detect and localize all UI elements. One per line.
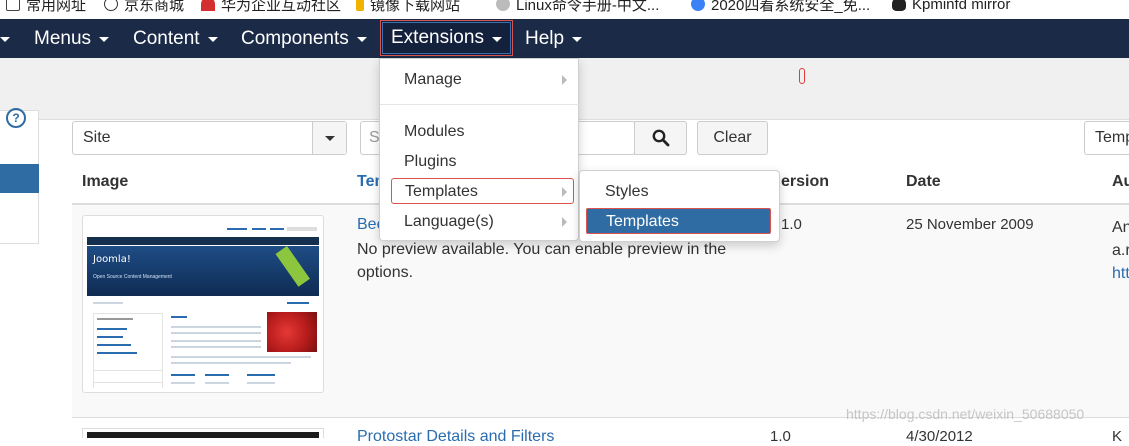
bookmark-icon [356, 0, 364, 11]
bookmark-item[interactable]: 华为企业互动社区 [201, 0, 341, 15]
author-name: An [1112, 219, 1129, 236]
search-button[interactable] [634, 121, 687, 155]
author-email: a.r [1112, 242, 1129, 259]
thumbnail-sidebar-box [93, 370, 163, 388]
template-name-link[interactable]: Protostar Details and Filters [357, 428, 554, 446]
nav-menus[interactable]: Menus [34, 19, 110, 58]
admin-navbar: Menus Content Components Extensions Help [0, 19, 1129, 58]
nav-content[interactable]: Content [133, 19, 218, 58]
extensions-dropdown: Manage Modules Plugins Templates Languag… [379, 58, 579, 241]
help-icon[interactable]: ? [6, 108, 26, 128]
annotation-mark [799, 68, 805, 84]
template-description: No preview available. You can enable pre… [357, 241, 727, 281]
template-version: 1.0 [770, 428, 791, 445]
template-thumbnail[interactable] [82, 428, 324, 438]
column-header-image: Image [82, 173, 129, 190]
globe-icon [104, 0, 118, 11]
spark-icon [496, 0, 510, 11]
sidebar-active-item[interactable] [0, 164, 39, 193]
chevron-down-icon [312, 122, 346, 154]
bookmark-item[interactable]: Kpminfd mirror [892, 0, 1010, 15]
thumbnail-topbar [87, 237, 319, 245]
chevron-down-icon [207, 37, 218, 42]
bookmark-item[interactable]: 镜像下载网站 [356, 0, 460, 15]
template-date: 4/30/2012 [906, 428, 973, 445]
template-author: K [1112, 428, 1123, 445]
watermark: https://blog.csdn.net/weixin_50688050 [846, 406, 1085, 422]
bookmark-item[interactable]: Linux命令手册-中文... [496, 0, 659, 15]
thumbnail-preview: Joomla! Open Source Content Management [87, 220, 319, 388]
template-version: 1.0 [781, 216, 802, 233]
bookmark-item[interactable]: 2020四着系统安全_免... [691, 0, 870, 15]
menu-item-languages[interactable]: Language(s) [380, 209, 579, 235]
nav-toggle-caret[interactable] [0, 19, 10, 58]
swirl-icon [691, 0, 705, 11]
thumbnail-tagline: Open Source Content Management [93, 274, 172, 280]
bookmarks-bar: 常用网址 京东商城 华为企业互动社区 镜像下载网站 Linux命令手册-中文..… [0, 0, 1129, 19]
chevron-down-icon [572, 37, 583, 42]
sort-select[interactable]: Temp [1084, 121, 1129, 155]
chevron-right-icon [562, 217, 567, 227]
author-url[interactable]: htt [1112, 262, 1129, 285]
template-date: 25 November 2009 [906, 216, 1034, 233]
template-author: An a.r htt [1112, 216, 1129, 285]
penguin-icon [892, 0, 906, 11]
submenu-item-styles[interactable]: Styles [580, 179, 779, 205]
nav-help[interactable]: Help [525, 19, 583, 58]
menu-divider [380, 104, 579, 105]
column-header-author[interactable]: Au [1112, 173, 1129, 191]
column-header-date[interactable]: Date [906, 173, 941, 191]
chevron-right-icon [562, 187, 567, 197]
chevron-down-icon [99, 37, 110, 42]
search-icon [652, 129, 670, 147]
template-thumbnail[interactable]: Joomla! Open Source Content Management [82, 215, 324, 393]
chevron-down-icon [356, 37, 367, 42]
chevron-down-icon [491, 36, 502, 42]
bookmark-item[interactable]: 常用网址 [6, 0, 86, 15]
bookmark-item[interactable]: 京东商城 [104, 0, 184, 15]
nav-extensions[interactable]: Extensions [380, 20, 513, 56]
thumbnail-logo: Joomla! [93, 254, 131, 265]
chevron-right-icon [562, 75, 567, 85]
clear-button[interactable]: Clear [697, 121, 768, 155]
menu-item-manage[interactable]: Manage [380, 67, 579, 93]
menu-item-plugins[interactable]: Plugins [380, 149, 579, 175]
nav-components[interactable]: Components [241, 19, 367, 58]
thumbnail-image [267, 312, 317, 352]
column-header-version[interactable]: ersion [781, 173, 829, 191]
templates-submenu: Styles Templates [579, 170, 780, 242]
checkbox-icon [6, 0, 20, 11]
submenu-item-templates[interactable]: Templates [586, 208, 771, 234]
menu-item-modules[interactable]: Modules [380, 119, 579, 145]
menu-item-templates[interactable]: Templates [391, 178, 574, 204]
site-select[interactable]: Site [72, 121, 347, 155]
huawei-icon [201, 0, 215, 11]
